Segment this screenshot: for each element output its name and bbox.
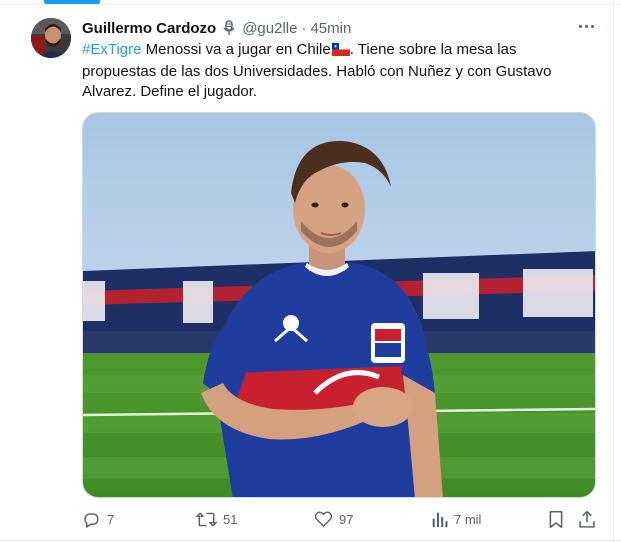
tweet-header: Guillermo Cardozo @gu2lle · 45min — [82, 17, 351, 39]
tweet-text-part1: Menossi va a jugar en Chile — [141, 41, 331, 58]
separator-dot: · — [301, 19, 307, 37]
hashtag-link[interactable]: #ExTigre — [82, 41, 141, 58]
like-count: 97 — [339, 511, 354, 527]
chile-flag-icon — [331, 42, 351, 62]
like-button[interactable]: 97 — [314, 505, 353, 533]
divider — [0, 4, 621, 5]
heart-icon — [314, 510, 333, 528]
author-handle[interactable]: @gu2lle — [242, 20, 297, 37]
bookmark-button[interactable] — [548, 505, 564, 533]
microphone-icon — [222, 20, 236, 36]
tweet-text: #ExTigre Menossi va a jugar en Chile. Ti… — [82, 40, 582, 102]
repost-icon — [196, 510, 217, 529]
repost-button[interactable]: 51 — [196, 505, 237, 533]
share-button[interactable] — [578, 505, 596, 533]
views-button[interactable]: 7 mil — [431, 505, 481, 533]
timestamp[interactable]: 45min — [310, 20, 351, 37]
share-icon — [578, 510, 596, 529]
reply-count: 7 — [107, 511, 115, 527]
more-dot — [590, 24, 594, 28]
reply-icon — [82, 510, 101, 529]
divider — [613, 0, 614, 543]
more-dot — [584, 24, 588, 28]
more-dot — [578, 24, 582, 28]
tweet-actions: 7 51 97 7 mil — [0, 505, 621, 533]
reply-button[interactable]: 7 — [82, 505, 114, 533]
views-count: 7 mil — [454, 511, 482, 527]
bar-chart-icon — [431, 511, 448, 528]
bookmark-icon — [548, 510, 564, 529]
repost-count: 51 — [223, 511, 238, 527]
tweet-media-image[interactable] — [82, 112, 596, 498]
more-options-button[interactable] — [574, 14, 598, 38]
avatar[interactable] — [31, 18, 71, 58]
author-name[interactable]: Guillermo Cardozo — [82, 20, 216, 37]
divider — [0, 540, 621, 541]
